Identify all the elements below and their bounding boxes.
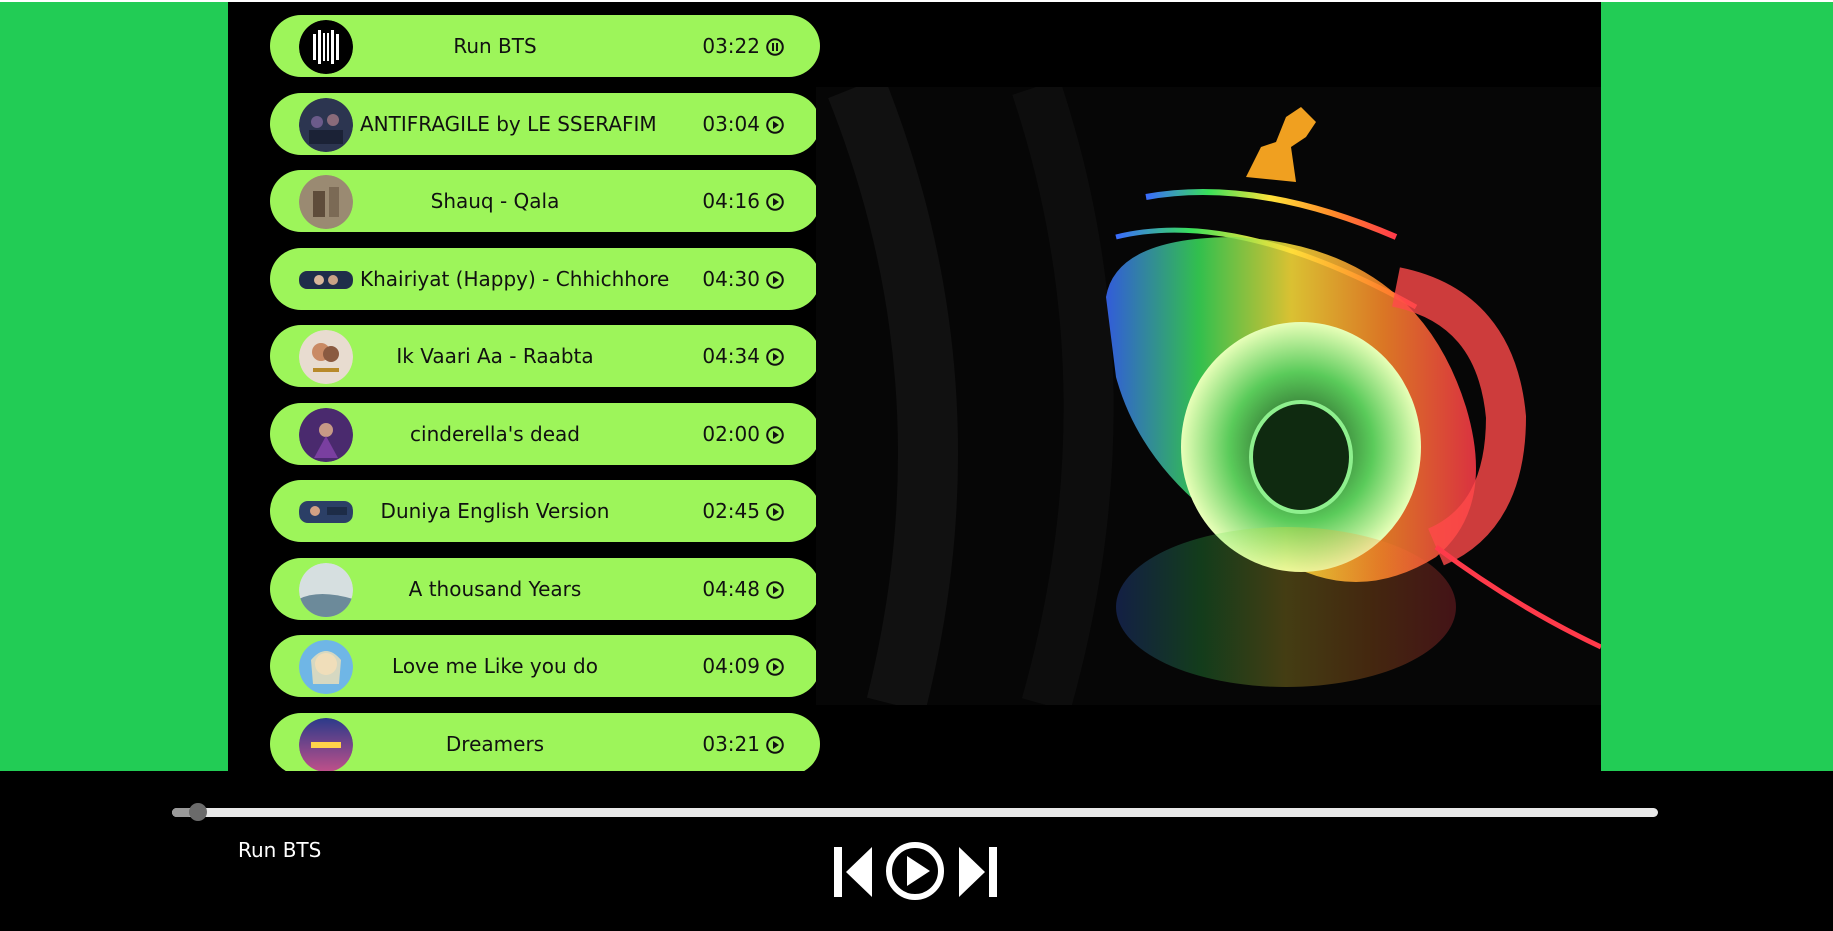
song-thumbnail bbox=[299, 330, 353, 384]
song-duration: 04:16 bbox=[702, 189, 760, 213]
song-duration-group: 04:48 bbox=[702, 577, 784, 601]
song-thumbnail bbox=[299, 562, 353, 617]
song-duration: 03:04 bbox=[702, 111, 760, 136]
play-icon[interactable] bbox=[766, 115, 784, 134]
song-duration-group: 02:45 bbox=[702, 499, 784, 523]
song-item-dreamers[interactable]: Dreamers 03:21 bbox=[270, 712, 820, 771]
pause-icon[interactable] bbox=[766, 37, 784, 56]
play-icon[interactable] bbox=[766, 425, 784, 444]
now-playing-title: Run BTS bbox=[238, 838, 322, 862]
song-duration: 02:00 bbox=[702, 421, 760, 446]
song-duration-group: 03:21 bbox=[702, 732, 784, 756]
song-title: Shauq - Qala bbox=[430, 189, 560, 213]
play-icon[interactable] bbox=[766, 502, 784, 521]
song-duration-group: 04:09 bbox=[702, 654, 784, 678]
song-duration: 04:30 bbox=[702, 266, 760, 291]
song-thumbnail bbox=[299, 485, 353, 539]
song-duration-group: 04:16 bbox=[702, 189, 784, 213]
play-icon[interactable] bbox=[766, 657, 784, 676]
progress-thumb[interactable] bbox=[188, 803, 207, 821]
song-title: Khairiyat (Happy) - Chhichhore bbox=[360, 266, 670, 291]
song-duration: 03:21 bbox=[702, 731, 760, 756]
song-item-ik-vaari-aa[interactable]: Ik Vaari Aa - Raabta 04:34 bbox=[270, 325, 820, 387]
song-thumbnail bbox=[299, 407, 353, 462]
play-icon[interactable] bbox=[766, 347, 784, 366]
song-duration-group: 04:30 bbox=[702, 267, 784, 291]
song-duration: 04:48 bbox=[702, 576, 760, 601]
song-title: Duniya English Version bbox=[380, 499, 610, 523]
play-icon[interactable] bbox=[766, 192, 784, 211]
song-title: Ik Vaari Aa - Raabta bbox=[396, 344, 594, 368]
play-icon[interactable] bbox=[766, 735, 784, 754]
song-title: ANTIFRAGILE by LE SSERAFIM bbox=[360, 111, 657, 136]
song-duration: 02:45 bbox=[702, 499, 760, 523]
play-icon[interactable] bbox=[885, 841, 945, 905]
play-icon[interactable] bbox=[766, 270, 784, 289]
song-duration-group: 03:22 bbox=[702, 34, 784, 58]
progress-bar[interactable] bbox=[172, 803, 1658, 821]
song-duration-group: 04:34 bbox=[702, 344, 784, 368]
song-list: Run BTS 03:22 ANTIFRAGILE by LE SSERAFIM… bbox=[270, 15, 820, 771]
song-title: Run BTS bbox=[453, 34, 537, 58]
cover-art bbox=[816, 75, 1601, 713]
song-title: A thousand Years bbox=[408, 576, 582, 601]
next-icon[interactable] bbox=[957, 843, 999, 905]
song-item-khairiyat[interactable]: Khairiyat (Happy) - Chhichhore 04:30 bbox=[270, 247, 820, 310]
song-title: Dreamers bbox=[445, 731, 545, 756]
song-item-run-bts[interactable]: Run BTS 03:22 bbox=[270, 15, 820, 77]
song-thumbnail bbox=[299, 175, 353, 229]
song-thumbnail bbox=[299, 252, 353, 307]
song-title: Love me Like you do bbox=[392, 654, 598, 678]
song-item-antifragile[interactable]: ANTIFRAGILE by LE SSERAFIM 03:04 bbox=[270, 92, 820, 155]
song-thumbnail bbox=[299, 97, 353, 152]
song-duration-group: 02:00 bbox=[702, 422, 784, 446]
song-duration: 04:09 bbox=[702, 654, 760, 678]
song-item-shauq[interactable]: Shauq - Qala 04:16 bbox=[270, 170, 820, 232]
song-duration-group: 03:04 bbox=[702, 112, 784, 136]
player-bar: Run BTS bbox=[0, 771, 1833, 931]
song-item-a-thousand-years[interactable]: A thousand Years 04:48 bbox=[270, 557, 820, 620]
play-icon[interactable] bbox=[766, 580, 784, 599]
playback-controls bbox=[832, 841, 1000, 905]
previous-icon[interactable] bbox=[832, 843, 874, 905]
song-title: cinderella's dead bbox=[410, 421, 580, 446]
song-item-love-me-like-you-do[interactable]: Love me Like you do 04:09 bbox=[270, 635, 820, 697]
song-item-cinderellas-dead[interactable]: cinderella's dead 02:00 bbox=[270, 402, 820, 465]
song-duration: 04:34 bbox=[702, 344, 760, 368]
song-thumbnail bbox=[299, 640, 353, 694]
headphones-artwork bbox=[816, 75, 1601, 713]
song-thumbnail bbox=[299, 717, 353, 771]
song-thumbnail bbox=[299, 20, 353, 74]
playlist-panel: Run BTS 03:22 ANTIFRAGILE by LE SSERAFIM… bbox=[228, 2, 1601, 771]
song-duration: 03:22 bbox=[702, 34, 760, 58]
song-item-duniya[interactable]: Duniya English Version 02:45 bbox=[270, 480, 820, 542]
